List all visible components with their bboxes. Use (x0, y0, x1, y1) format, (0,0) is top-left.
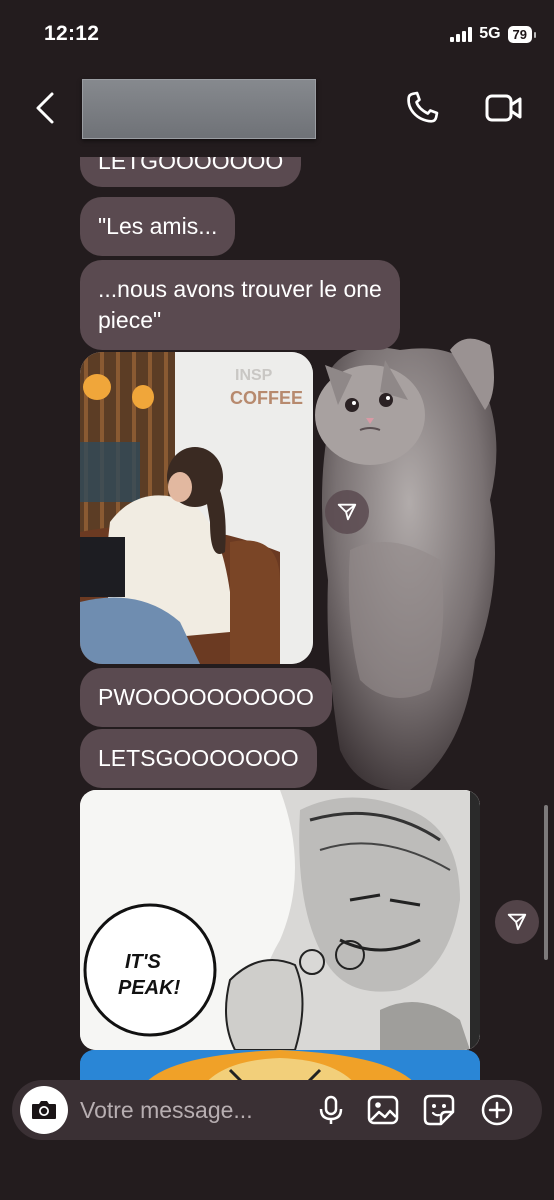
add-button[interactable] (480, 1093, 514, 1127)
video-call-button[interactable] (484, 90, 524, 126)
battery-icon: 79 (507, 25, 537, 43)
sticker-icon (423, 1094, 455, 1126)
manga-panel: IT'S PEAK! (80, 790, 480, 1050)
share-button[interactable] (325, 490, 369, 534)
message-bubble[interactable]: LETSGOOOOOOO (80, 729, 317, 788)
signal-icon (450, 26, 473, 42)
phone-icon (407, 91, 439, 123)
manga-image-message[interactable]: IT'S PEAK! (80, 790, 480, 1050)
chevron-left-icon (36, 92, 54, 124)
camera-button[interactable] (20, 1086, 68, 1134)
image-icon (367, 1095, 399, 1125)
scrollbar[interactable] (544, 805, 548, 960)
message-text: LETSGOOOOOOO (98, 745, 299, 771)
message-text-continued: piece" (98, 307, 162, 333)
back-button[interactable] (26, 86, 66, 130)
status-time: 12:12 (44, 22, 100, 45)
chat-header (0, 62, 554, 157)
cafe-photo: INSP COFFEE (80, 352, 313, 664)
sign-text: COFFEE (230, 388, 303, 408)
cat-sticker (315, 338, 497, 791)
camera-icon (32, 1101, 56, 1119)
message-composer (12, 1080, 542, 1140)
message-input[interactable] (80, 1092, 300, 1128)
send-icon (337, 503, 357, 521)
message-text: "Les amis... (98, 213, 218, 239)
sticker-button[interactable] (422, 1093, 456, 1127)
speech-text: IT'S (125, 951, 162, 973)
message-bubble[interactable]: PWOOOOOOOOOO (80, 668, 332, 727)
message-bubble[interactable]: ...nous avons trouver le one piece" (80, 260, 400, 350)
speech-text: PEAK! (118, 977, 181, 999)
status-bar: 12:12 5G 79 (0, 0, 554, 62)
send-icon (507, 913, 527, 931)
share-button[interactable] (495, 900, 539, 944)
microphone-icon (319, 1095, 343, 1124)
photo-message[interactable]: INSP COFFEE (80, 352, 313, 664)
gallery-button[interactable] (366, 1093, 400, 1127)
message-bubble[interactable]: "Les amis... (80, 197, 236, 256)
video-camera-icon (485, 94, 522, 122)
message-text: ...nous avons trouver le one (98, 276, 382, 302)
chat-area[interactable]: LETGOOOOOOO "Les amis... ...nous avons t… (0, 0, 554, 1200)
redacted-contact-name[interactable] (82, 79, 316, 139)
sign-text: INSP (235, 367, 273, 384)
message-text: PWOOOOOOOOOO (98, 684, 314, 710)
microphone-button[interactable] (314, 1093, 348, 1127)
network-type: 5G (479, 25, 501, 42)
status-indicators: 5G 79 (450, 25, 537, 43)
plus-circle-icon (481, 1094, 513, 1126)
voice-call-button[interactable] (402, 88, 442, 128)
